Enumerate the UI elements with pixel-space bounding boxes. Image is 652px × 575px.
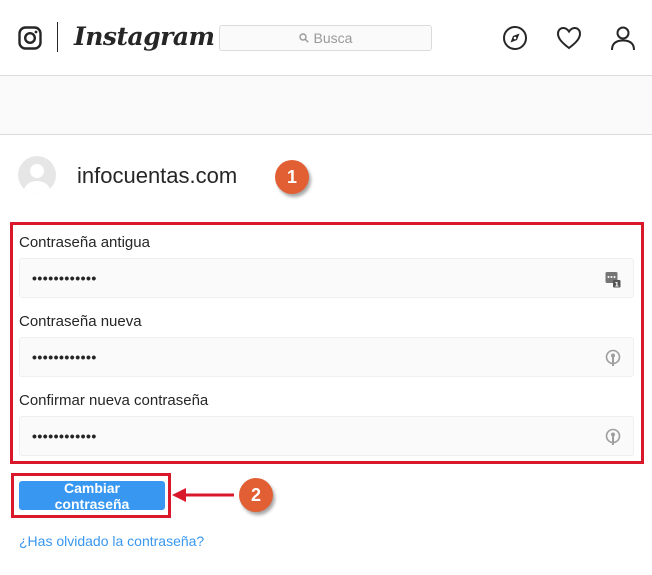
default-avatar-icon xyxy=(24,164,50,194)
instagram-camera-icon[interactable] xyxy=(18,26,42,50)
heart-icon[interactable] xyxy=(556,25,582,51)
search-placeholder: Busca xyxy=(313,30,353,46)
confirm-password-value: •••••••••••• xyxy=(32,428,97,444)
search-input[interactable]: Busca xyxy=(219,25,432,51)
search-icon xyxy=(298,33,309,43)
forgot-password-link[interactable]: ¿Has olvidado la contraseña? xyxy=(19,533,204,549)
password-manager-icon[interactable]: 1 xyxy=(605,270,621,288)
compass-icon[interactable] xyxy=(502,25,528,51)
profile-icon[interactable] xyxy=(610,25,636,51)
svg-text:1: 1 xyxy=(615,281,620,289)
key-icon[interactable] xyxy=(605,349,621,367)
old-password-label: Contraseña antigua xyxy=(19,234,150,251)
new-password-field[interactable]: •••••••••••• xyxy=(19,337,634,377)
new-password-label: Contraseña nueva xyxy=(19,313,142,330)
key-icon[interactable] xyxy=(605,428,621,446)
change-password-button[interactable]: Cambiar contraseña xyxy=(19,480,165,512)
old-password-value: •••••••••••• xyxy=(32,270,97,286)
step-badge-2: 2 xyxy=(239,478,273,512)
new-password-value: •••••••••••• xyxy=(32,349,97,365)
logo-divider xyxy=(57,22,58,52)
top-navbar: Instagram Busca xyxy=(0,0,652,76)
confirm-password-field[interactable]: •••••••••••• xyxy=(19,416,634,456)
confirm-password-label: Confirmar nueva contraseña xyxy=(19,392,209,409)
content-header-band xyxy=(0,76,652,135)
instagram-wordmark[interactable]: Instagram xyxy=(74,22,215,51)
profile-username: infocuentas.com xyxy=(77,163,238,188)
step-badge-1: 1 xyxy=(275,160,309,194)
avatar xyxy=(18,156,56,194)
annotation-arrow-icon xyxy=(172,488,234,502)
old-password-field[interactable]: •••••••••••• 1 xyxy=(19,258,634,298)
